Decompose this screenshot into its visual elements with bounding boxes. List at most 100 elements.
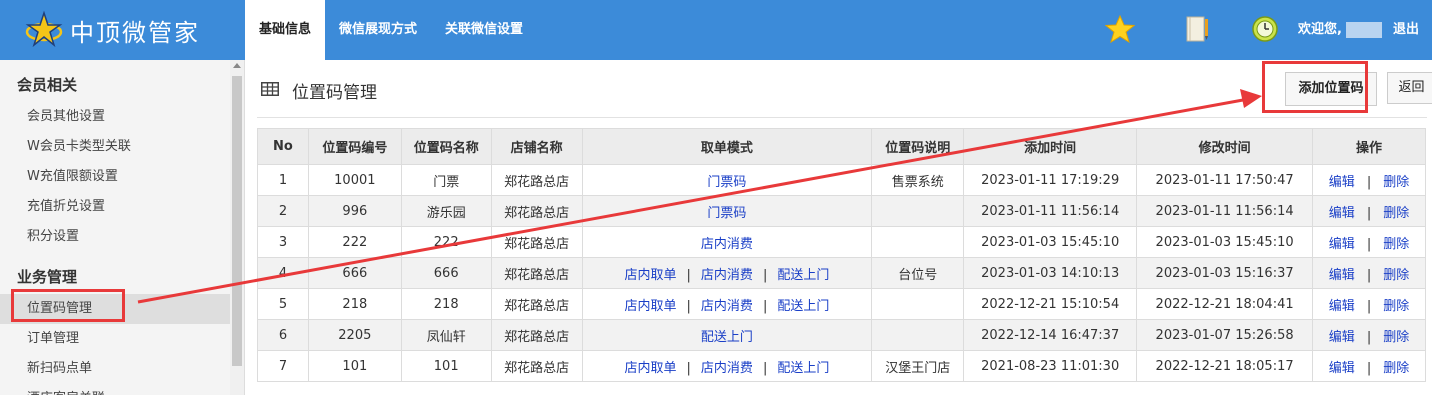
cell-no: 1 <box>257 164 309 196</box>
cell-added-time: 2023-01-11 17:19:29 <box>963 164 1138 196</box>
edit-link[interactable]: 编辑 <box>1329 175 1355 190</box>
col-header-ops[interactable]: 操作 <box>1312 128 1426 165</box>
logout-link[interactable]: 退出 <box>1393 0 1419 60</box>
col-header-added[interactable]: 添加时间 <box>963 128 1138 165</box>
order-mode-link[interactable]: 店内取单 <box>625 299 677 314</box>
sidebar-item-scan-order[interactable]: 新扫码点单 <box>0 354 244 384</box>
top-header: 中顶微管家 基础信息 微信展现方式 关联微信设置 欢迎您, 退出 <box>0 0 1432 60</box>
star-logo-icon <box>25 10 63 48</box>
notebook-icon[interactable] <box>1182 14 1212 44</box>
cell-store: 郑花路总店 <box>490 226 583 258</box>
edit-link[interactable]: 编辑 <box>1329 237 1355 252</box>
edit-link[interactable]: 编辑 <box>1329 299 1355 314</box>
order-mode-link[interactable]: 店内取单 <box>625 268 677 283</box>
col-header-store[interactable]: 店铺名称 <box>490 128 583 165</box>
table-row: 7 101 101 郑花路总店 店内取单 | 店内消费 | 配送上门 汉堡王门店 2021-08-2… <box>257 350 1426 382</box>
annotation-highlight-add-button <box>1262 61 1368 113</box>
ops-separator: | <box>1366 236 1372 252</box>
sidebar: 会员相关 会员其他设置 W会员卡类型关联 W充值限额设置 充值折兑设置 积分设置… <box>0 60 245 395</box>
cell-desc <box>871 226 965 258</box>
delete-link[interactable]: 删除 <box>1383 361 1409 376</box>
mode-separator: | <box>762 267 768 283</box>
app-logo[interactable]: 中顶微管家 <box>0 0 245 60</box>
order-mode-link[interactable]: 店内消费 <box>701 361 753 376</box>
nav-tab-wechat-display[interactable]: 微信展现方式 <box>325 0 431 60</box>
delete-link[interactable]: 删除 <box>1383 330 1409 345</box>
order-mode-link[interactable]: 门票码 <box>707 175 746 190</box>
sidebar-item-recharge-discount[interactable]: 充值折兑设置 <box>0 192 244 222</box>
order-mode-link[interactable]: 店内消费 <box>701 268 753 283</box>
cell-name: 222 <box>400 226 492 258</box>
col-header-desc[interactable]: 位置码说明 <box>871 128 965 165</box>
delete-link[interactable]: 删除 <box>1383 237 1409 252</box>
delete-link[interactable]: 删除 <box>1383 175 1409 190</box>
order-mode-link[interactable]: 门票码 <box>707 206 746 221</box>
sidebar-item-orders[interactable]: 订单管理 <box>0 324 244 354</box>
delete-link[interactable]: 删除 <box>1383 299 1409 314</box>
col-header-mode[interactable]: 取单模式 <box>581 128 873 165</box>
sidebar-item-hotel-room[interactable]: 酒店客房关联 <box>0 384 244 395</box>
sidebar-group-member: 会员相关 <box>17 76 78 94</box>
cell-desc <box>871 195 965 227</box>
edit-link[interactable]: 编辑 <box>1329 361 1355 376</box>
order-mode-link[interactable]: 店内消费 <box>701 237 753 252</box>
col-header-no[interactable]: No <box>257 128 309 165</box>
order-mode-link[interactable]: 配送上门 <box>777 361 829 376</box>
order-mode-link[interactable]: 配送上门 <box>777 299 829 314</box>
edit-link[interactable]: 编辑 <box>1329 268 1355 283</box>
nav-tab-basic-info[interactable]: 基础信息 <box>245 0 326 60</box>
cell-mode: 门票码 <box>581 164 873 196</box>
clock-icon[interactable] <box>1250 14 1280 44</box>
cell-code: 10001 <box>307 164 402 196</box>
order-mode-link[interactable]: 店内消费 <box>701 299 753 314</box>
cell-added-time: 2021-08-23 11:01:30 <box>963 350 1138 382</box>
cell-no: 6 <box>257 319 309 351</box>
cell-store: 郑花路总店 <box>490 288 583 320</box>
order-mode-link[interactable]: 店内取单 <box>625 361 677 376</box>
col-header-name[interactable]: 位置码名称 <box>400 128 492 165</box>
cell-ops: 编辑 | 删除 <box>1312 257 1426 289</box>
scrollbar-thumb[interactable] <box>232 76 242 366</box>
cell-modified-time: 2023-01-11 17:50:47 <box>1136 164 1314 196</box>
mode-separator: | <box>686 360 691 376</box>
nav-tab-wechat-link[interactable]: 关联微信设置 <box>431 0 537 60</box>
order-mode-link[interactable]: 配送上门 <box>701 330 753 345</box>
col-header-modified[interactable]: 修改时间 <box>1136 128 1314 165</box>
cell-ops: 编辑 | 删除 <box>1312 319 1426 351</box>
sidebar-item-w-recharge-limit[interactable]: W充值限额设置 <box>0 162 244 192</box>
edit-link[interactable]: 编辑 <box>1329 206 1355 221</box>
annotation-highlight-sidebar <box>11 289 125 322</box>
back-button[interactable]: 返回 <box>1387 72 1432 104</box>
table-row: 5 218 218 郑花路总店 店内取单 | 店内消费 | 配送上门 2022-12-21 15:… <box>257 288 1426 320</box>
cell-ops: 编辑 | 删除 <box>1312 195 1426 227</box>
welcome-label: 欢迎您, <box>1298 22 1342 37</box>
table-row: 1 10001 门票 郑花路总店 门票码 售票系统 2023-01-11 17:19:29 2… <box>257 164 1426 196</box>
scroll-up-icon[interactable] <box>233 63 241 68</box>
delete-link[interactable]: 删除 <box>1383 268 1409 283</box>
cell-mode: 店内消费 <box>581 226 873 258</box>
page-title: 位置码管理 <box>292 83 377 103</box>
cell-mode: 店内取单 | 店内消费 | 配送上门 <box>581 257 873 289</box>
star-icon[interactable] <box>1105 14 1135 44</box>
sidebar-scrollbar[interactable] <box>230 60 244 395</box>
cell-mode: 门票码 <box>581 195 873 227</box>
cell-store: 郑花路总店 <box>490 195 583 227</box>
sidebar-item-w-card-type[interactable]: W会员卡类型关联 <box>0 132 244 162</box>
cell-no: 4 <box>257 257 309 289</box>
table-row: 6 2205 凤仙轩 郑花路总店 配送上门 2022-12-14 16:47:37 2023… <box>257 319 1426 351</box>
cell-added-time: 2023-01-03 14:10:13 <box>963 257 1138 289</box>
cell-code: 666 <box>307 257 402 289</box>
sidebar-item-member-other[interactable]: 会员其他设置 <box>0 102 244 132</box>
table-row: 3 222 222 郑花路总店 店内消费 2023-01-03 15:45:10 2023-… <box>257 226 1426 258</box>
cell-desc: 汉堡王门店 <box>871 350 965 382</box>
cell-mode: 店内取单 | 店内消费 | 配送上门 <box>581 350 873 382</box>
mode-separator: | <box>762 298 768 314</box>
mode-separator: | <box>762 360 768 376</box>
delete-link[interactable]: 删除 <box>1383 206 1409 221</box>
col-header-code[interactable]: 位置码编号 <box>307 128 402 165</box>
sidebar-item-points[interactable]: 积分设置 <box>0 222 244 252</box>
order-mode-link[interactable]: 配送上门 <box>777 268 829 283</box>
cell-modified-time: 2023-01-03 15:45:10 <box>1136 226 1314 258</box>
cell-no: 7 <box>257 350 309 382</box>
edit-link[interactable]: 编辑 <box>1329 330 1355 345</box>
